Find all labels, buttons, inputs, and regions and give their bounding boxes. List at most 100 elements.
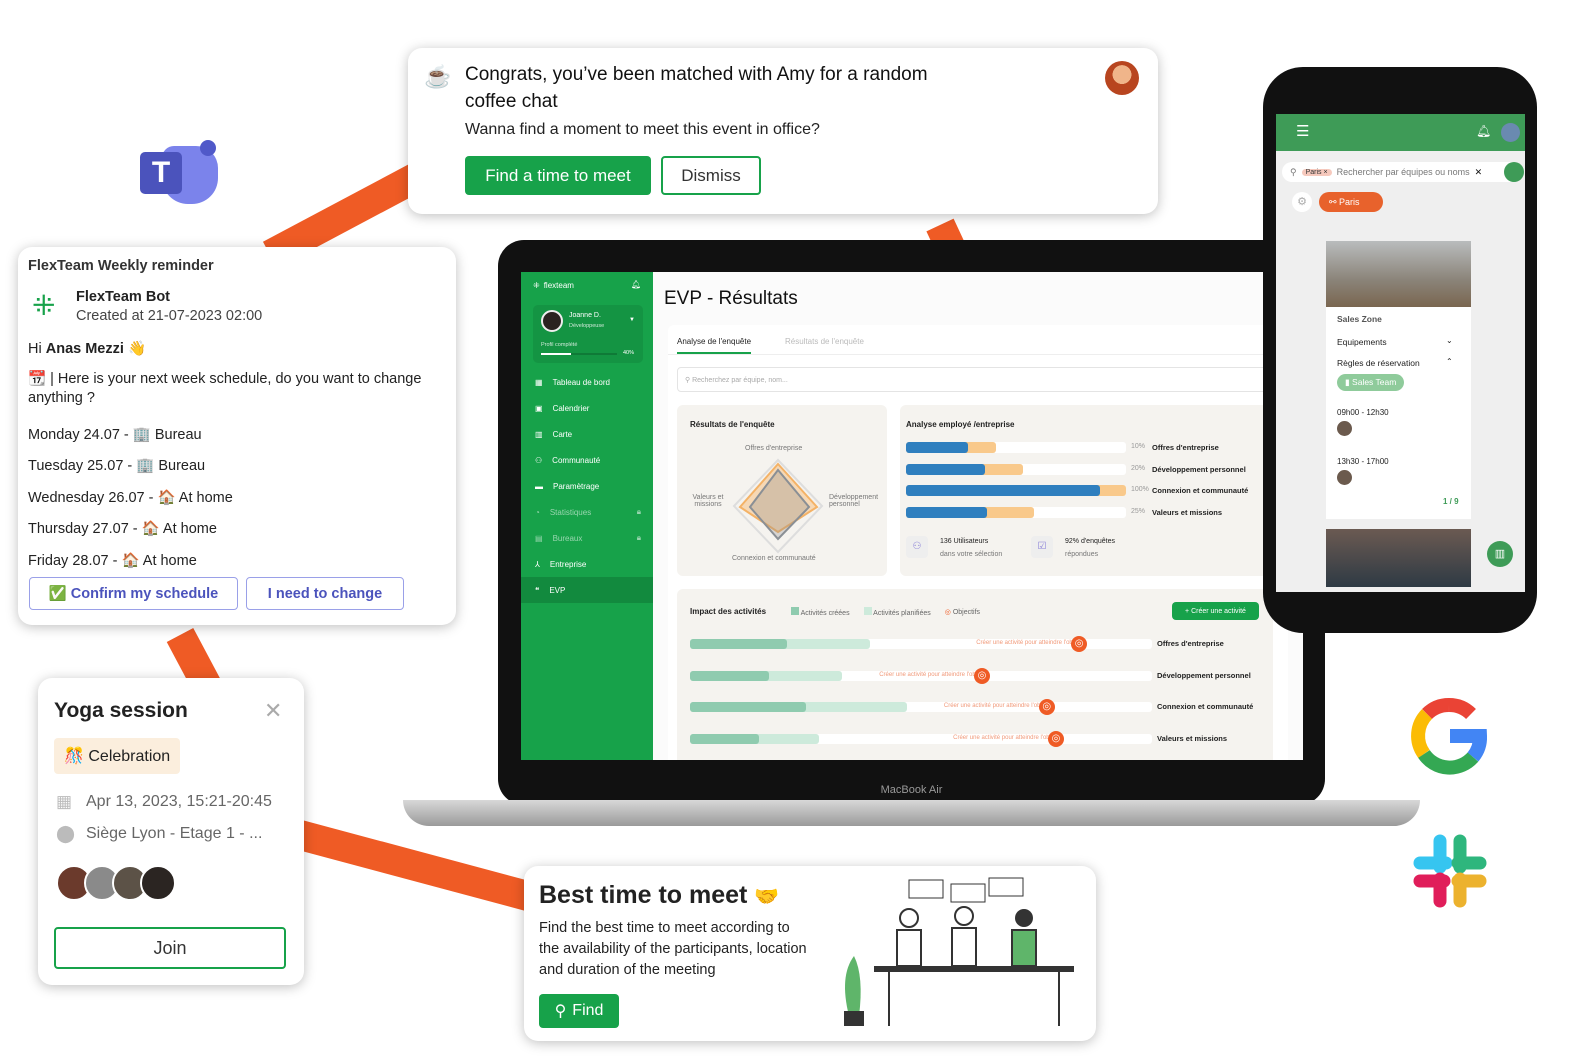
sidebar-item-communaut-[interactable]: ⚇ Communauté bbox=[521, 447, 653, 473]
tab-analyse[interactable]: Analyse de l'enquête bbox=[677, 337, 752, 354]
goal-cta[interactable]: Créer une activité pour atteindre l'obje… bbox=[953, 735, 1062, 741]
sidebar-item-entreprise[interactable]: ⅄ Entreprise bbox=[521, 551, 653, 577]
create-activity-button[interactable]: + Créer une activité bbox=[1172, 602, 1259, 620]
rules-toggle[interactable]: Règles de réservation bbox=[1337, 358, 1420, 368]
nav-icon: ❝ bbox=[535, 585, 540, 595]
nav-icon: ▣ bbox=[535, 403, 543, 413]
analysis-pct: 20% bbox=[1131, 464, 1146, 472]
google-logo bbox=[1411, 697, 1487, 775]
chevron-up-icon[interactable]: ⌃ bbox=[1446, 357, 1453, 366]
sidebar-item-bureaux[interactable]: ▤ Bureaux 🔒︎ bbox=[521, 525, 653, 551]
analysis-panel: Analyse employé /entreprise 10% Offres d'… bbox=[900, 405, 1273, 576]
reminder-title: FlexTeam Weekly reminder bbox=[28, 258, 214, 274]
nav-label: Paramètrage bbox=[553, 481, 600, 491]
nav-label: Tableau de bord bbox=[552, 377, 610, 387]
find-button[interactable]: ⚲ Find bbox=[539, 994, 619, 1028]
greeting-prefix: Hi bbox=[28, 341, 46, 357]
equipements-toggle[interactable]: Equipements bbox=[1337, 337, 1387, 347]
impact-panel: Impact des activités Activités créées Ac… bbox=[677, 589, 1273, 760]
event-tag: 🎊 Celebration bbox=[54, 738, 181, 774]
target-icon[interactable]: ◎ bbox=[1047, 730, 1064, 747]
need-to-change-button[interactable]: I need to change bbox=[246, 577, 404, 610]
legend-label: Activités planifiées bbox=[873, 610, 931, 617]
nav-label: EVP bbox=[549, 585, 566, 595]
tab-resultats[interactable]: Résultats de l'enquête bbox=[785, 337, 864, 346]
impact-title: Impact des activités bbox=[690, 607, 767, 616]
schedule-day: Tuesday 25.07 - 🏢 Bureau bbox=[28, 458, 206, 475]
avatar[interactable] bbox=[1501, 123, 1520, 142]
join-button[interactable]: Join bbox=[54, 927, 286, 969]
sidebar-item-evp[interactable]: ❝ EVP bbox=[521, 577, 653, 603]
profile-box[interactable]: Joanne D. Développeuse ▼ Profil complété… bbox=[533, 305, 643, 363]
best-time-title: Best time to meet 🤝 bbox=[539, 881, 779, 910]
location-label: Paris bbox=[1339, 197, 1360, 207]
sidebar-item-calendrier[interactable]: ▣ Calendrier bbox=[521, 395, 653, 421]
bell-icon[interactable]: 🔔︎ bbox=[631, 280, 641, 289]
bell-icon[interactable]: 🔔︎ bbox=[1476, 124, 1491, 138]
chevron-down-icon[interactable]: ⌄ bbox=[1446, 336, 1453, 345]
search-placeholder: Recherchez par équipe, nom... bbox=[692, 377, 788, 384]
zone-card[interactable]: Sales Zone Equipements ⌄ Règles de réser… bbox=[1326, 241, 1471, 519]
legend-created: Activités créées bbox=[791, 607, 850, 617]
sidebar-item-statistiques[interactable]: ◔ Statistiques 🔒︎ bbox=[521, 499, 653, 525]
legend-planned: Activités planifiées bbox=[863, 607, 931, 617]
phone-screen: ☰ 🔔︎ ⚲ Paris × Rechercher par équipes ou… bbox=[1276, 114, 1525, 592]
analysis-label: Connexion et communauté bbox=[1152, 486, 1249, 495]
search-button[interactable] bbox=[1504, 162, 1524, 182]
users-count: 136 Utilisateurs bbox=[940, 538, 989, 545]
schedule-day: Wednesday 26.07 - 🏠 At home bbox=[28, 489, 233, 506]
analysis-title: Analyse employé /entreprise bbox=[906, 420, 1015, 429]
nav-label: Bureaux bbox=[552, 533, 583, 543]
map-button[interactable]: ▥ bbox=[1487, 541, 1513, 567]
created-bar bbox=[690, 639, 788, 649]
location-pill[interactable]: ⚯ Paris bbox=[1319, 192, 1383, 212]
flexteam-bot-logo: ⁜ bbox=[32, 290, 56, 321]
settings-icon[interactable]: ⚙ bbox=[1292, 192, 1312, 212]
company-bar bbox=[906, 463, 986, 475]
filter-chip[interactable]: Paris × bbox=[1301, 168, 1332, 176]
sidebar-item-carte[interactable]: ▥ Carte bbox=[521, 421, 653, 447]
slack-logo bbox=[1413, 834, 1487, 908]
nav-icon: ▥ bbox=[535, 429, 543, 439]
legend: Activités créées Activités planifiées ◎ … bbox=[791, 607, 980, 617]
impact-label: Offres d'entreprise bbox=[1157, 639, 1224, 648]
calendar-icon: ▦ bbox=[56, 792, 73, 811]
schedule-day: Friday 28.07 - 🏠 At home bbox=[28, 552, 197, 569]
search-icon: ⚲ bbox=[554, 1003, 567, 1020]
phone-search[interactable]: ⚲ Paris × Rechercher par équipes ou noms… bbox=[1282, 162, 1522, 182]
close-icon[interactable]: ✕ bbox=[264, 698, 282, 724]
sidebar-item-param-trage[interactable]: ▬ Paramètrage bbox=[521, 473, 653, 499]
best-time-body: Find the best time to meet according to … bbox=[539, 920, 807, 978]
goal-cta[interactable]: Créer une activité pour atteindre l'obje… bbox=[976, 640, 1085, 646]
coffee-chat-notification: ☕ Congrats, you’ve been matched with Amy… bbox=[408, 48, 1158, 214]
goal-cta[interactable]: Créer une activité pour atteindre l'obje… bbox=[944, 703, 1053, 709]
team-label: Sales Team bbox=[1352, 377, 1397, 387]
nav-label: Carte bbox=[552, 429, 573, 439]
avatar bbox=[1337, 470, 1352, 485]
analysis-pct: 10% bbox=[1131, 443, 1146, 450]
impact-label: Valeurs et missions bbox=[1157, 733, 1228, 743]
phone-header: ☰ 🔔︎ bbox=[1276, 114, 1525, 151]
company-bar bbox=[906, 506, 988, 518]
analysis-label: Offres d'entreprise bbox=[1152, 443, 1219, 452]
radar-panel: Résultats de l'enquête Offres d'entrepri… bbox=[677, 405, 887, 576]
created-at: Created at 21-07-2023 02:00 bbox=[76, 308, 263, 324]
goal-cta[interactable]: Créer une activité pour atteindre l'obje… bbox=[879, 672, 988, 678]
user-name: Joanne D. bbox=[569, 312, 601, 319]
menu-icon[interactable]: ☰ bbox=[1296, 122, 1309, 140]
radar-axis-label: Offres d'entreprise bbox=[745, 445, 803, 452]
sidebar-item-tableau-de-bord[interactable]: ▦ Tableau de bord bbox=[521, 369, 653, 395]
laptop-frame: ⁜ flexteam 🔔︎ Joanne D. Développeuse ▼ Pr… bbox=[498, 240, 1325, 805]
dismiss-button[interactable]: Dismiss bbox=[661, 156, 761, 195]
target-icon[interactable]: ◎ bbox=[1038, 699, 1055, 715]
clear-icon[interactable]: ✕ bbox=[1475, 167, 1483, 178]
search-input[interactable]: ⚲ Recherchez par équipe, nom... bbox=[677, 367, 1273, 392]
target-icon[interactable]: ◎ bbox=[1071, 636, 1088, 652]
target-icon[interactable]: ◎ bbox=[974, 667, 991, 684]
confirm-schedule-button[interactable]: ✅ Confirm my schedule bbox=[29, 577, 238, 610]
weekly-reminder-card: FlexTeam Weekly reminder ⁜ FlexTeam Bot … bbox=[18, 247, 456, 625]
coffee-cup-icon: ☕ bbox=[424, 64, 452, 89]
laptop-base bbox=[403, 800, 1420, 826]
nav-label: Entreprise bbox=[549, 559, 587, 569]
find-time-button[interactable]: Find a time to meet bbox=[465, 156, 651, 195]
